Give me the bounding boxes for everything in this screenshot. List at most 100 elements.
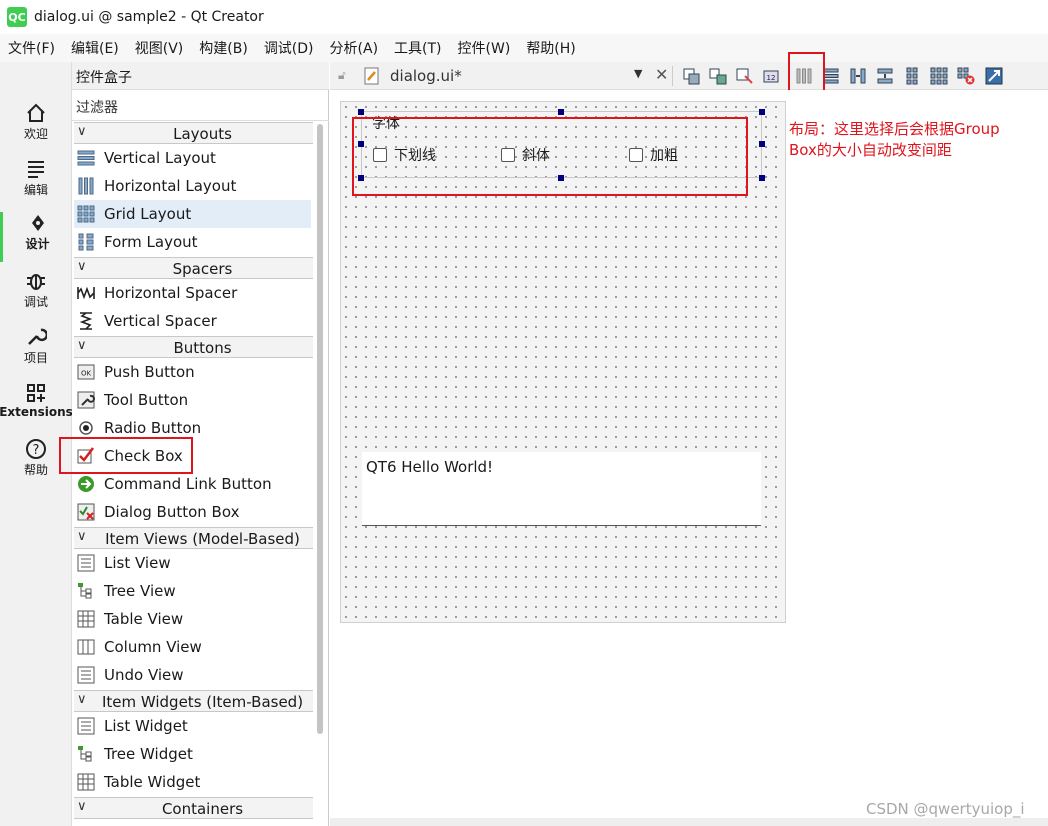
widget-item-vertical-layout[interactable]: Vertical Layout	[74, 144, 311, 172]
layout-vertical-splitter-icon[interactable]	[876, 67, 894, 85]
widget-item-dialog-button-box[interactable]: Dialog Button Box	[74, 498, 311, 526]
editor-tab-label[interactable]: dialog.ui*	[390, 67, 462, 85]
menu-analyze[interactable]: 分析(A)	[324, 38, 385, 58]
category-layouts[interactable]: ∨ Layouts	[74, 122, 313, 144]
widget-item-tree-view[interactable]: Tree View	[74, 577, 311, 605]
widget-item-horizontal-layout[interactable]: Horizontal Layout	[74, 172, 311, 200]
widget-item-table-view[interactable]: Table View	[74, 605, 311, 633]
widget-item-label: Tool Button	[104, 391, 189, 409]
lock-icon: 🔓︎	[338, 68, 346, 82]
widget-item-command-link-button[interactable]: Command Link Button	[74, 470, 311, 498]
menu-file[interactable]: 文件(F)	[2, 38, 61, 58]
undo-view-icon	[77, 666, 95, 684]
menu-bar: 文件(F) 编辑(E) 视图(V) 构建(B) 调试(D) 分析(A) 工具(T…	[0, 34, 1048, 62]
menu-tools[interactable]: 工具(T)	[388, 38, 447, 58]
selection-handle[interactable]	[759, 141, 765, 147]
mode-edit[interactable]: 编辑	[0, 158, 72, 198]
widget-item-tool-button[interactable]: Tool Button	[74, 386, 311, 414]
text-edit[interactable]: QT6 Hello World!	[362, 452, 761, 526]
mode-label: 设计	[25, 237, 50, 251]
category-label: Item Widgets (Item-Based)	[101, 693, 304, 711]
menu-help[interactable]: 帮助(H)	[520, 38, 581, 58]
widget-item-grid-layout[interactable]: Grid Layout	[74, 200, 311, 228]
mode-welcome[interactable]: 欢迎	[0, 102, 72, 142]
selection-handle[interactable]	[759, 109, 765, 115]
widget-item-form-layout[interactable]: Form Layout	[74, 228, 311, 256]
widget-item-label: Table View	[104, 610, 184, 628]
widget-item-label: Dialog Button Box	[104, 503, 240, 521]
widget-item-table-widget[interactable]: Table Widget	[74, 768, 311, 796]
mode-label: 项目	[23, 351, 48, 365]
tool-button-icon	[77, 391, 95, 409]
annotation-note: 布局：这里选择后会根据Group Box的大小自动改变间距	[789, 120, 1000, 159]
menu-debug[interactable]: 调试(D)	[258, 38, 320, 58]
break-layout-icon[interactable]	[957, 67, 975, 85]
category-spacers[interactable]: ∨ Spacers	[74, 257, 313, 279]
extensions-icon	[27, 384, 45, 402]
wrench-icon	[28, 328, 47, 345]
category-label: Spacers	[172, 260, 233, 278]
widget-item-push-button[interactable]: OK Push Button	[74, 358, 311, 386]
dropdown-arrow-icon[interactable]: ▼	[634, 67, 642, 80]
edit-signals-icon[interactable]	[709, 67, 727, 85]
chevron-down-icon: ∨	[77, 124, 87, 139]
mode-debug[interactable]: 调试	[0, 270, 72, 310]
mode-label: 欢迎	[23, 127, 48, 141]
widget-item-label: Column View	[104, 638, 202, 656]
widget-item-horizontal-spacer[interactable]: Horizontal Spacer	[74, 279, 311, 307]
selection-handle[interactable]	[759, 175, 765, 181]
mode-label: Extensions	[0, 405, 73, 419]
edit-tab-order-icon[interactable]: 12	[763, 67, 781, 85]
editor-toolbar: 🔓︎ dialog.ui* ▼ ✕ 12	[330, 62, 1048, 90]
selection-handle[interactable]	[558, 109, 564, 115]
widget-item-column-view[interactable]: Column View	[74, 633, 311, 661]
widget-item-label: List View	[104, 554, 171, 572]
tree-widget-icon	[77, 745, 95, 763]
category-containers[interactable]: ∨ Containers	[74, 797, 313, 819]
widget-item-list-widget[interactable]: List Widget	[74, 712, 311, 740]
chevron-down-icon: ∨	[77, 799, 87, 814]
menu-widgets[interactable]: 控件(W)	[452, 38, 517, 58]
widget-item-label: Tree View	[104, 582, 176, 600]
mode-extensions[interactable]: Extensions	[0, 382, 73, 419]
mode-design[interactable]: 设计	[0, 212, 72, 262]
category-label: Layouts	[173, 125, 232, 143]
horizontal-scrollbar[interactable]	[330, 818, 1048, 826]
edit-buddies-icon[interactable]	[736, 67, 754, 85]
mode-label: 编辑	[23, 183, 48, 197]
vertical-layout-icon	[77, 149, 95, 167]
close-icon[interactable]: ✕	[655, 65, 668, 84]
layout-horizontal-splitter-icon[interactable]	[849, 67, 867, 85]
layout-form-icon[interactable]	[903, 67, 921, 85]
widget-item-vertical-spacer[interactable]: Vertical Spacer	[74, 307, 311, 335]
menu-view[interactable]: 视图(V)	[129, 38, 190, 58]
widget-item-label: Radio Button	[104, 419, 202, 437]
title-bar: QC dialog.ui @ sample2 - Qt Creator	[0, 0, 1048, 34]
list-widget-icon	[77, 717, 95, 735]
chevron-down-icon: ∨	[77, 338, 87, 353]
menu-edit[interactable]: 编辑(E)	[65, 38, 125, 58]
widget-item-label: Tree Widget	[104, 745, 193, 763]
filter-input[interactable]: 过滤器	[72, 91, 329, 121]
edit-widgets-icon[interactable]	[682, 67, 700, 85]
adjust-size-icon[interactable]	[985, 67, 1003, 85]
widget-item-label: Form Layout	[104, 233, 198, 251]
chevron-down-icon: ∨	[77, 529, 87, 544]
widget-item-undo-view[interactable]: Undo View	[74, 661, 311, 689]
widget-item-list-view[interactable]: List View	[74, 549, 311, 577]
selection-handle[interactable]	[358, 109, 364, 115]
mode-projects[interactable]: 项目	[0, 326, 72, 366]
category-item-views[interactable]: ∨ Item Views (Model-Based)	[74, 527, 313, 549]
widget-item-label: Command Link Button	[104, 475, 272, 493]
watermark: CSDN @qwertyuiop_i	[866, 800, 1025, 818]
list-view-icon	[77, 554, 95, 572]
menu-build[interactable]: 构建(B)	[193, 38, 254, 58]
widget-box-scrollbar[interactable]	[317, 124, 323, 734]
layout-grid-icon[interactable]	[930, 67, 948, 85]
widget-item-label: Table Widget	[104, 773, 201, 791]
category-buttons[interactable]: ∨ Buttons	[74, 336, 313, 358]
widget-item-tree-widget[interactable]: Tree Widget	[74, 740, 311, 768]
widget-item-label: Horizontal Spacer	[104, 284, 238, 302]
ui-file-icon	[364, 67, 379, 85]
category-item-widgets[interactable]: ∨ Item Widgets (Item-Based)	[74, 690, 313, 712]
